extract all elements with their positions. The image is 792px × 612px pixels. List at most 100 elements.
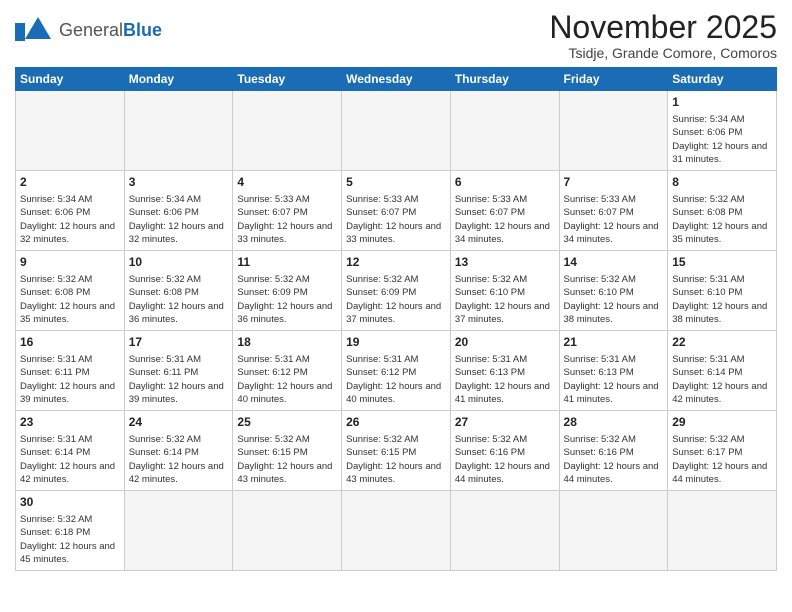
cell-info: Sunrise: 5:33 AM Sunset: 6:07 PM Dayligh… (346, 193, 446, 246)
date-number: 2 (20, 174, 120, 191)
calendar-week-6: 30 Sunrise: 5:32 AM Sunset: 6:18 PM Dayli… (16, 491, 777, 571)
calendar-cell (450, 91, 559, 171)
cell-info: Sunrise: 5:32 AM Sunset: 6:17 PM Dayligh… (672, 433, 772, 486)
calendar-cell: 19Sunrise: 5:31 AM Sunset: 6:12 PM Dayli… (342, 331, 451, 411)
cell-info: Sunrise: 5:32 AM Sunset: 6:09 PM Dayligh… (346, 273, 446, 326)
date-number: 16 (20, 334, 120, 351)
date-number: 26 (346, 414, 446, 431)
date-number: 20 (455, 334, 555, 351)
calendar-cell: 29 Sunrise: 5:32 AM Sunset: 6:17 PM Dayli… (668, 411, 777, 491)
calendar-cell: 25Sunrise: 5:32 AM Sunset: 6:15 PM Dayli… (233, 411, 342, 491)
cell-info: Sunrise: 5:31 AM Sunset: 6:13 PM Dayligh… (564, 353, 664, 406)
cell-info: Sunrise: 5:33 AM Sunset: 6:07 PM Dayligh… (564, 193, 664, 246)
cell-info: Sunrise: 5:34 AM Sunset: 6:06 PM Dayligh… (20, 193, 120, 246)
cell-info: Sunrise: 5:31 AM Sunset: 6:12 PM Dayligh… (237, 353, 337, 406)
month-title: November 2025 (549, 10, 777, 45)
logo-text: GeneralBlue (59, 20, 162, 41)
calendar-cell (342, 91, 451, 171)
date-number: 5 (346, 174, 446, 191)
calendar: SundayMondayTuesdayWednesdayThursdayFrid… (15, 67, 777, 571)
cell-info: Sunrise: 5:32 AM Sunset: 6:10 PM Dayligh… (455, 273, 555, 326)
cell-info: Sunrise: 5:32 AM Sunset: 6:09 PM Dayligh… (237, 273, 337, 326)
date-number: 27 (455, 414, 555, 431)
calendar-cell: 5 Sunrise: 5:33 AM Sunset: 6:07 PM Daylig… (342, 171, 451, 251)
calendar-cell (342, 491, 451, 571)
day-header-wednesday: Wednesday (342, 68, 451, 91)
calendar-cell: 24Sunrise: 5:32 AM Sunset: 6:14 PM Dayli… (124, 411, 233, 491)
calendar-cell: 11 Sunrise: 5:32 AM Sunset: 6:09 PM Dayli… (233, 251, 342, 331)
date-number: 15 (672, 254, 772, 271)
date-number: 17 (129, 334, 229, 351)
calendar-cell: 22Sunrise: 5:31 AM Sunset: 6:14 PM Dayli… (668, 331, 777, 411)
calendar-cell: 26 Sunrise: 5:32 AM Sunset: 6:15 PM Dayli… (342, 411, 451, 491)
cell-info: Sunrise: 5:32 AM Sunset: 6:10 PM Dayligh… (564, 273, 664, 326)
calendar-week-5: 23 Sunrise: 5:31 AM Sunset: 6:14 PM Dayli… (16, 411, 777, 491)
calendar-cell: 28 Sunrise: 5:32 AM Sunset: 6:16 PM Dayli… (559, 411, 668, 491)
cell-info: Sunrise: 5:32 AM Sunset: 6:08 PM Dayligh… (129, 273, 229, 326)
title-area: November 2025 Tsidje, Grande Comore, Com… (549, 10, 777, 61)
calendar-cell: 14 Sunrise: 5:32 AM Sunset: 6:10 PM Dayli… (559, 251, 668, 331)
cell-info: Sunrise: 5:31 AM Sunset: 6:10 PM Dayligh… (672, 273, 772, 326)
day-header-friday: Friday (559, 68, 668, 91)
calendar-cell (233, 91, 342, 171)
calendar-cell: 7 Sunrise: 5:33 AM Sunset: 6:07 PM Daylig… (559, 171, 668, 251)
calendar-cell: 12Sunrise: 5:32 AM Sunset: 6:09 PM Dayli… (342, 251, 451, 331)
date-number: 18 (237, 334, 337, 351)
date-number: 29 (672, 414, 772, 431)
date-number: 4 (237, 174, 337, 191)
date-number: 3 (129, 174, 229, 191)
calendar-cell (668, 491, 777, 571)
calendar-cell (124, 491, 233, 571)
calendar-cell: 8Sunrise: 5:32 AM Sunset: 6:08 PM Daylig… (668, 171, 777, 251)
cell-info: Sunrise: 5:34 AM Sunset: 6:06 PM Dayligh… (129, 193, 229, 246)
cell-info: Sunrise: 5:32 AM Sunset: 6:15 PM Dayligh… (237, 433, 337, 486)
cell-info: Sunrise: 5:31 AM Sunset: 6:14 PM Dayligh… (20, 433, 120, 486)
date-number: 10 (129, 254, 229, 271)
day-header-thursday: Thursday (450, 68, 559, 91)
calendar-week-3: 9Sunrise: 5:32 AM Sunset: 6:08 PM Daylig… (16, 251, 777, 331)
cell-info: Sunrise: 5:32 AM Sunset: 6:08 PM Dayligh… (20, 273, 120, 326)
date-number: 11 (237, 254, 337, 271)
calendar-cell (16, 91, 125, 171)
calendar-cell: 17Sunrise: 5:31 AM Sunset: 6:11 PM Dayli… (124, 331, 233, 411)
calendar-cell: 4Sunrise: 5:33 AM Sunset: 6:07 PM Daylig… (233, 171, 342, 251)
cell-info: Sunrise: 5:33 AM Sunset: 6:07 PM Dayligh… (455, 193, 555, 246)
calendar-cell: 20 Sunrise: 5:31 AM Sunset: 6:13 PM Dayli… (450, 331, 559, 411)
cell-info: Sunrise: 5:31 AM Sunset: 6:12 PM Dayligh… (346, 353, 446, 406)
day-header-saturday: Saturday (668, 68, 777, 91)
cell-info: Sunrise: 5:31 AM Sunset: 6:11 PM Dayligh… (20, 353, 120, 406)
date-number: 30 (20, 494, 120, 511)
cell-info: Sunrise: 5:32 AM Sunset: 6:16 PM Dayligh… (455, 433, 555, 486)
logo-area: GeneralBlue (15, 10, 162, 45)
calendar-cell: 6Sunrise: 5:33 AM Sunset: 6:07 PM Daylig… (450, 171, 559, 251)
calendar-cell: 9Sunrise: 5:32 AM Sunset: 6:08 PM Daylig… (16, 251, 125, 331)
calendar-cell: 3 Sunrise: 5:34 AM Sunset: 6:06 PM Daylig… (124, 171, 233, 251)
day-header-monday: Monday (124, 68, 233, 91)
date-number: 14 (564, 254, 664, 271)
date-number: 7 (564, 174, 664, 191)
date-number: 1 (672, 94, 772, 111)
cell-info: Sunrise: 5:32 AM Sunset: 6:15 PM Dayligh… (346, 433, 446, 486)
calendar-cell (559, 91, 668, 171)
calendar-cell (233, 491, 342, 571)
date-number: 21 (564, 334, 664, 351)
cell-info: Sunrise: 5:31 AM Sunset: 6:13 PM Dayligh… (455, 353, 555, 406)
calendar-cell: 23 Sunrise: 5:31 AM Sunset: 6:14 PM Dayli… (16, 411, 125, 491)
calendar-cell: 2 Sunrise: 5:34 AM Sunset: 6:06 PM Daylig… (16, 171, 125, 251)
date-number: 28 (564, 414, 664, 431)
calendar-cell: 30 Sunrise: 5:32 AM Sunset: 6:18 PM Dayli… (16, 491, 125, 571)
calendar-week-4: 16 Sunrise: 5:31 AM Sunset: 6:11 PM Dayli… (16, 331, 777, 411)
cell-info: Sunrise: 5:32 AM Sunset: 6:16 PM Dayligh… (564, 433, 664, 486)
location-subtitle: Tsidje, Grande Comore, Comoros (549, 45, 777, 61)
calendar-cell (450, 491, 559, 571)
date-number: 23 (20, 414, 120, 431)
cell-info: Sunrise: 5:32 AM Sunset: 6:18 PM Dayligh… (20, 513, 120, 566)
calendar-header-row: SundayMondayTuesdayWednesdayThursdayFrid… (16, 68, 777, 91)
day-header-sunday: Sunday (16, 68, 125, 91)
calendar-cell: 13Sunrise: 5:32 AM Sunset: 6:10 PM Dayli… (450, 251, 559, 331)
calendar-cell: 1Sunrise: 5:34 AM Sunset: 6:06 PM Daylig… (668, 91, 777, 171)
date-number: 22 (672, 334, 772, 351)
date-number: 8 (672, 174, 772, 191)
calendar-cell: 21 Sunrise: 5:31 AM Sunset: 6:13 PM Dayli… (559, 331, 668, 411)
logo-icon (15, 15, 55, 45)
